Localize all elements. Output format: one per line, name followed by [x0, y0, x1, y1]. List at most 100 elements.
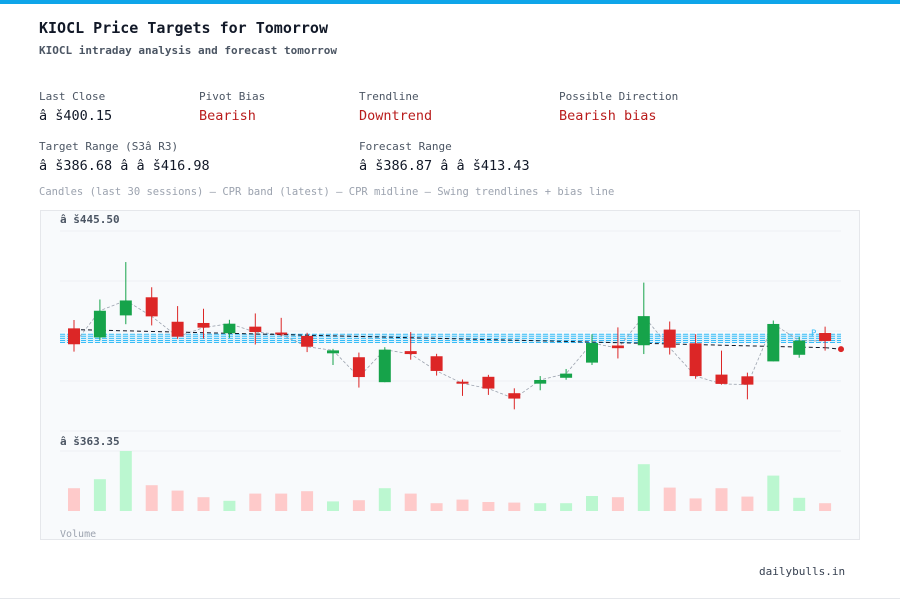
stat-possible-direction: Possible Direction Bearish bias — [559, 90, 678, 125]
candle-body — [741, 376, 754, 385]
candle-body — [456, 381, 469, 384]
stat-label: Target Range (S3â R3) — [39, 140, 179, 153]
candle — [767, 320, 780, 362]
stat-label: Pivot Bias — [199, 90, 266, 103]
volume-bar — [689, 498, 702, 511]
candle — [534, 376, 547, 391]
candle-body — [119, 300, 132, 316]
bias-marker — [838, 346, 844, 353]
volume-bars — [68, 451, 832, 511]
volume-bar — [93, 479, 106, 511]
candle — [482, 374, 495, 395]
candle-body — [223, 323, 236, 334]
volume-bar — [404, 493, 417, 511]
volume-bar — [456, 499, 469, 511]
candle — [663, 321, 676, 355]
candle-body — [560, 373, 573, 378]
stat-label: Last Close — [39, 90, 106, 103]
page-title: KIOCL Price Targets for Tomorrow — [39, 19, 328, 37]
volume-bar — [715, 488, 728, 511]
candle-body — [819, 333, 832, 341]
candle-body — [715, 374, 728, 384]
volume-bar — [586, 496, 598, 511]
candle-body — [611, 345, 624, 349]
page-subtitle: KIOCL intraday analysis and forecast tom… — [39, 44, 338, 57]
volume-bar — [223, 500, 236, 511]
volume-bar — [68, 488, 80, 511]
volume-bar — [430, 503, 443, 511]
stat-value: â š386.68 â â š416.98 — [39, 158, 210, 174]
candle — [171, 306, 184, 339]
candle-body — [68, 328, 80, 345]
candle — [93, 299, 106, 341]
volume-bar — [663, 487, 676, 511]
trendlines — [73, 300, 844, 400]
candle — [68, 320, 80, 352]
stat-trendline: Trendline Downtrend — [359, 90, 432, 125]
candle-body — [637, 316, 650, 346]
candle-body — [197, 322, 210, 328]
volume-bar — [741, 496, 754, 511]
candle-body — [249, 326, 262, 333]
stat-value: â š386.87 â â š413.43 — [359, 158, 530, 174]
candle-body — [352, 357, 365, 378]
volume-bar — [275, 493, 288, 511]
top-accent-bar — [0, 0, 900, 4]
price-min-label: â š363.35 — [60, 435, 120, 448]
volume-bar — [249, 493, 262, 511]
candle — [819, 326, 832, 351]
candle-body — [301, 335, 314, 347]
stat-label: Forecast Range — [359, 140, 452, 153]
price-max-label: â š445.50 — [60, 213, 120, 226]
candle-body — [793, 340, 806, 355]
volume-bar — [611, 497, 624, 511]
candle — [378, 347, 391, 383]
candle-body — [534, 379, 547, 384]
candle — [119, 262, 132, 325]
volume-bar — [119, 451, 132, 511]
candle-body — [482, 376, 495, 389]
stat-label: Possible Direction — [559, 90, 679, 103]
volume-bar — [508, 502, 521, 511]
volume-bar — [767, 475, 780, 511]
candle-body — [430, 356, 443, 371]
volume-bar — [637, 464, 650, 511]
cpr-pivot-label: P — [811, 329, 817, 339]
candle-body — [404, 351, 417, 355]
stat-value: â š400.15 — [39, 108, 113, 124]
volume-bar — [301, 491, 314, 511]
stat-value: Downtrend — [359, 108, 433, 124]
stat-forecast-range: Forecast Range â š386.87 â â š413.43 — [359, 140, 530, 175]
candle — [352, 352, 365, 388]
chart-panel: P â š445.50 â š363.35 Volume — [40, 210, 860, 540]
close-path-line — [73, 300, 826, 400]
candle-body — [145, 297, 158, 317]
chart-caption: Candles (last 30 sessions) — CPR band (l… — [39, 186, 615, 198]
candle — [275, 317, 288, 337]
candle — [508, 388, 521, 410]
candle — [637, 282, 650, 355]
volume-bar — [482, 502, 495, 511]
candle-body — [171, 321, 184, 337]
stat-last-close: Last Close â š400.15 — [39, 90, 112, 125]
candle-body — [275, 332, 288, 335]
candle — [456, 379, 469, 396]
stat-label: Trendline — [359, 90, 419, 103]
candle-body — [663, 329, 676, 348]
candle — [430, 353, 443, 376]
stat-target-range: Target Range (S3â R3) â š386.68 â â š416… — [39, 140, 210, 175]
candlestick-chart: P â š445.50 â š363.35 Volume — [60, 213, 844, 539]
footer-brand: dailybulls.in — [759, 565, 846, 578]
candle-body — [378, 349, 391, 383]
volume-bar — [171, 490, 184, 511]
candle-body — [767, 323, 780, 362]
volume-bar — [197, 497, 210, 511]
stat-value: Bearish bias — [559, 108, 657, 124]
volume-bar — [793, 497, 806, 511]
bottom-divider — [0, 598, 900, 599]
candle-body — [689, 343, 702, 377]
volume-bar — [327, 501, 339, 511]
volume-label: Volume — [60, 529, 96, 539]
candle — [741, 372, 754, 400]
candle-body — [93, 310, 106, 338]
